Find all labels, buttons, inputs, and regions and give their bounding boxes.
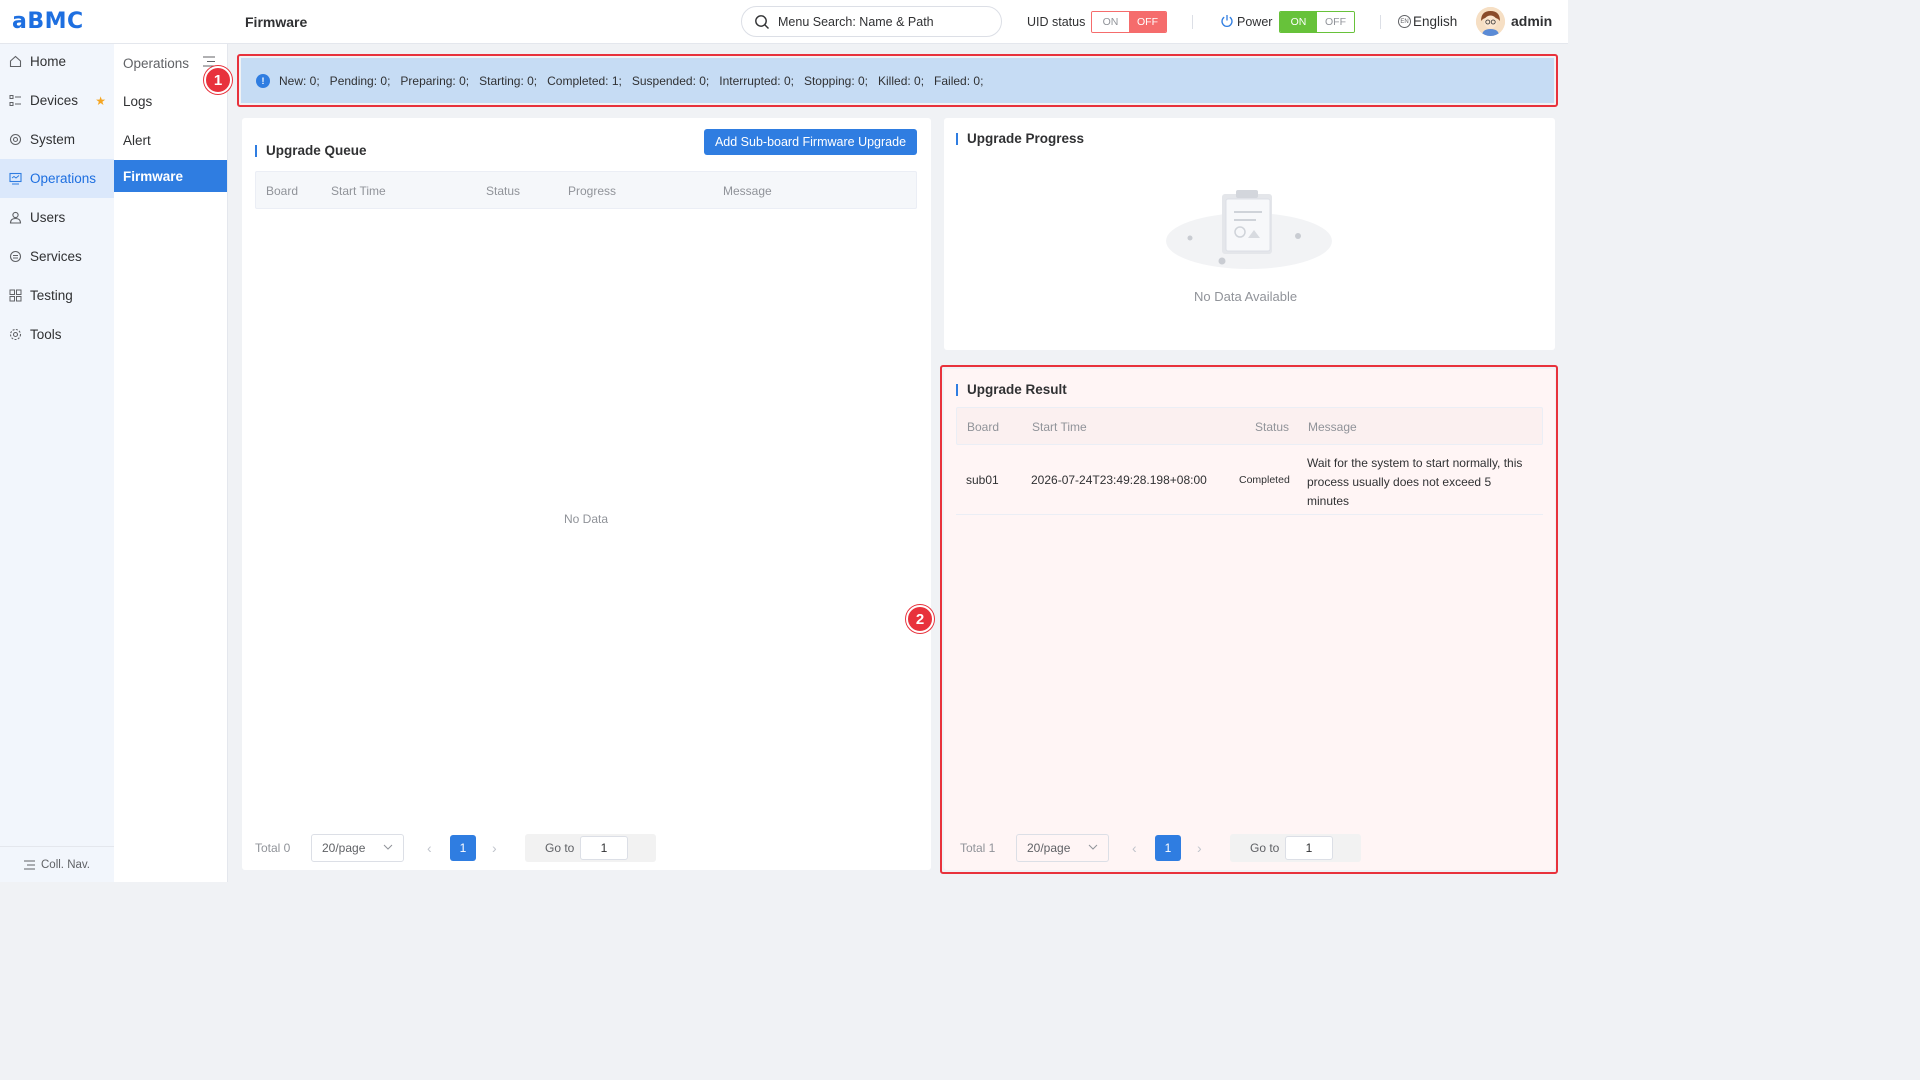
annotation-marker: 2 [906,605,934,633]
column-header: Message [723,184,772,198]
sidebar-item-label: Users [30,210,66,225]
favorite-star-icon[interactable]: ★ [95,94,106,108]
column-header: Board [266,184,299,198]
system-icon [9,133,22,146]
divider [1192,15,1193,29]
page-title: Firmware [245,14,308,30]
highlight-box [940,365,1558,874]
empty-state-text: No Data Available [1194,289,1298,304]
subnav-item-label: Logs [123,94,153,109]
power-toggle[interactable]: ON OFF [1279,11,1355,33]
upgrade-progress-card: Upgrade Progress No Data Available [944,118,1555,350]
menu-search-input[interactable]: Menu Search: Name & Path [741,6,1002,37]
sidebar-item-testing[interactable]: Testing [0,276,114,315]
sidebar-item-system[interactable]: System [0,120,114,159]
power-off-option[interactable]: OFF [1317,12,1354,32]
add-subboard-upgrade-button[interactable]: Add Sub-board Firmware Upgrade [704,129,917,155]
search-placeholder: Menu Search: Name & Path [778,14,934,29]
queue-table-header: Board Start Time Status Progress Message [255,171,917,209]
top-bar: aBMC Firmware Menu Search: Name & Path U… [0,0,1568,44]
sidebar-item-home[interactable]: Home [0,42,114,81]
avatar[interactable] [1476,7,1505,36]
sidebar-item-tools[interactable]: Tools [0,315,114,354]
devices-icon [9,95,21,106]
empty-state-text: No Data [564,512,609,526]
subnav-item-firmware[interactable]: Firmware [114,160,227,192]
page-number-current[interactable]: 1 [450,835,476,861]
sidebar-item-label: Devices [30,93,79,108]
sidebar-item-label: Home [30,54,67,69]
column-header: Progress [568,184,617,198]
column-header: Start Time [331,184,386,198]
users-icon [9,211,22,224]
search-icon [755,14,769,29]
sidebar-item-users[interactable]: Users [0,198,114,237]
language-switcher[interactable]: EN English [1398,14,1457,29]
next-page-icon[interactable]: › [492,840,497,856]
queue-pagination: Total 0 20/page ‹ 1 › Go to 1 [255,834,675,862]
power-on-option[interactable]: ON [1280,12,1317,32]
subnav-item-label: Alert [123,133,151,148]
subnav-title: Operations [123,55,190,71]
goto-label: Go to [545,841,575,855]
prev-page-icon[interactable]: ‹ [427,840,432,856]
annotation-marker: 1 [204,66,232,94]
avatar-image [1476,7,1505,36]
column-header: Status [486,184,521,198]
collapse-nav-button[interactable]: Coll. Nav. [0,846,114,882]
power-icon [1221,15,1233,27]
divider [1380,15,1381,29]
app-logo[interactable]: aBMC [12,9,84,34]
language-label: English [1413,14,1458,29]
user-name[interactable]: admin [1511,13,1552,29]
secondary-sidebar: Operations Logs Alert Firmware [114,44,228,882]
uid-status-toggle[interactable]: ON OFF [1091,11,1167,33]
uid-on-option[interactable]: ON [1092,12,1129,32]
page-size-value: 20/page [322,841,366,855]
goto-page: Go to 1 [525,834,656,862]
uid-off-option[interactable]: OFF [1129,12,1166,32]
sidebar-item-label: Operations [30,171,97,186]
total-count: Total 0 [255,841,291,855]
power-label: Power [1237,15,1273,29]
operations-icon [9,172,22,185]
collapse-icon [24,860,35,869]
highlight-box [237,54,1558,107]
sidebar-item-label: Testing [30,288,73,303]
primary-sidebar: Home Devices ★ System Operations Users S… [0,44,114,882]
services-icon [9,250,22,263]
upgrade-queue-title: Upgrade Queue [255,144,367,157]
sidebar-item-operations[interactable]: Operations [0,159,114,198]
upgrade-queue-card: Upgrade Queue Add Sub-board Firmware Upg… [242,118,931,870]
home-icon [9,55,22,68]
globe-icon: EN [1398,15,1411,28]
sidebar-item-devices[interactable]: Devices ★ [0,81,114,120]
fold-menu-icon[interactable] [203,56,215,67]
uid-status-label: UID status [1027,15,1086,29]
sidebar-item-label: System [30,132,76,147]
testing-icon [9,289,22,302]
sidebar-item-services[interactable]: Services [0,237,114,276]
goto-page-input[interactable]: 1 [580,836,628,860]
sidebar-item-label: Services [30,249,82,264]
sidebar-item-label: Tools [30,327,62,342]
tools-icon [9,328,22,341]
collapse-nav-label: Coll. Nav. [41,858,90,871]
subnav-item-alert[interactable]: Alert [114,121,227,160]
page-size-select[interactable]: 20/page [311,834,404,862]
empty-illustration-icon [1166,190,1332,269]
chevron-down-icon [383,844,393,850]
subnav-item-label: Firmware [123,168,184,184]
upgrade-progress-title: Upgrade Progress [956,132,1084,145]
